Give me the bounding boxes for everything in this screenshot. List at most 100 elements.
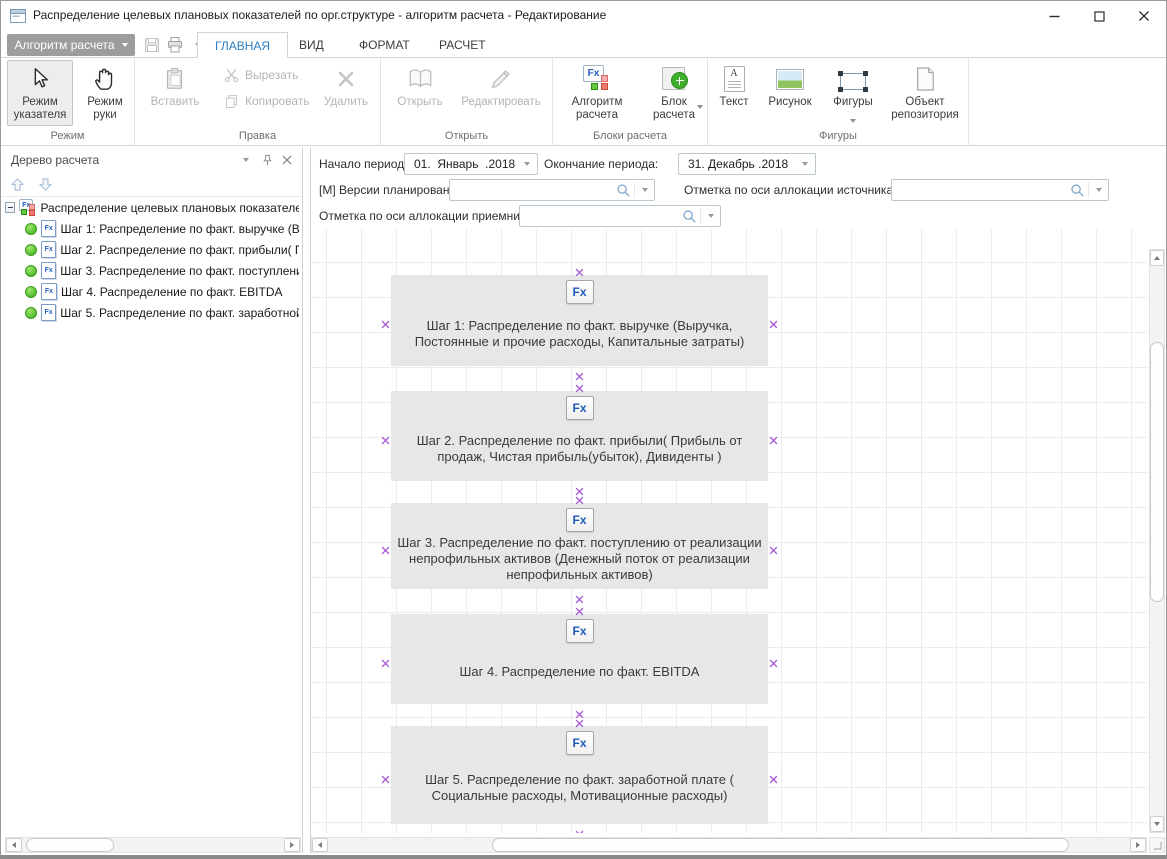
- text-shape-button[interactable]: A Текст: [711, 60, 757, 126]
- application-menu-button[interactable]: Алгоритм расчета: [7, 34, 135, 56]
- planning-versions-field[interactable]: [449, 179, 655, 201]
- fx-button[interactable]: Fx: [566, 731, 594, 755]
- paste-label: Вставить: [151, 96, 200, 109]
- connection-marker[interactable]: [575, 380, 584, 389]
- connection-marker[interactable]: [769, 542, 778, 551]
- scroll-thumb[interactable]: [492, 838, 1069, 852]
- collapse-icon[interactable]: [5, 202, 15, 213]
- move-up-button[interactable]: [5, 174, 29, 195]
- save-icon: [143, 36, 161, 54]
- tree-hscrollbar[interactable]: [5, 837, 301, 853]
- shapes-button[interactable]: Фигуры: [825, 60, 881, 126]
- chevron-down-icon[interactable]: [701, 214, 720, 218]
- connection-marker[interactable]: [769, 316, 778, 325]
- scroll-left-button[interactable]: [312, 838, 328, 852]
- tree-item-step1[interactable]: Fx Шаг 1: Распределение по факт. выручке…: [1, 218, 299, 239]
- scroll-thumb[interactable]: [1150, 342, 1164, 602]
- calc-algorithm-button[interactable]: Fx Алгоритм расчета: [557, 60, 637, 126]
- open-button[interactable]: Открыть: [389, 60, 451, 126]
- connection-marker[interactable]: [575, 368, 584, 377]
- scroll-down-button[interactable]: [1150, 816, 1164, 832]
- status-dot-icon: [25, 223, 37, 235]
- arrow-up-icon: [10, 177, 25, 192]
- calc-block-step5[interactable]: Fx Шаг 5. Распределение по факт. заработ…: [391, 726, 768, 824]
- search-icon[interactable]: [612, 182, 634, 198]
- calc-block-step3[interactable]: Fx Шаг 3. Распределение по факт. поступл…: [391, 503, 768, 589]
- chevron-down-icon[interactable]: [517, 154, 537, 174]
- panel-close-button[interactable]: [279, 153, 295, 167]
- connection-marker[interactable]: [575, 603, 584, 612]
- scroll-right-button[interactable]: [1130, 838, 1146, 852]
- connection-marker[interactable]: [769, 655, 778, 664]
- hand-mode-button[interactable]: Режим руки: [79, 60, 131, 126]
- pointer-mode-label: Режим указателя: [8, 96, 72, 122]
- connection-marker[interactable]: [381, 655, 390, 664]
- scroll-left-button[interactable]: [6, 838, 22, 852]
- connection-marker[interactable]: [575, 483, 584, 492]
- canvas-hscrollbar[interactable]: [311, 837, 1147, 853]
- chevron-down-icon[interactable]: [1089, 188, 1108, 192]
- connection-marker[interactable]: [381, 542, 390, 551]
- move-down-button[interactable]: [33, 174, 57, 195]
- cut-button[interactable]: Вырезать: [223, 64, 298, 86]
- panel-menu-button[interactable]: [238, 153, 254, 167]
- connection-marker[interactable]: [769, 771, 778, 780]
- connection-marker[interactable]: [575, 264, 584, 273]
- quick-print-button[interactable]: [164, 35, 186, 55]
- tree-item-step2[interactable]: Fx Шаг 2. Распределение по факт. прибыли…: [1, 239, 299, 260]
- diagram-canvas[interactable]: Fx Шаг 1: Распределение по факт. выручке…: [311, 229, 1147, 833]
- search-icon[interactable]: [678, 208, 700, 224]
- receiver-allocation-field[interactable]: [519, 205, 721, 227]
- scroll-right-button[interactable]: [284, 838, 300, 852]
- close-button[interactable]: [1122, 1, 1166, 31]
- maximize-button[interactable]: [1077, 1, 1121, 31]
- fx-button[interactable]: Fx: [566, 396, 594, 420]
- search-icon[interactable]: [1066, 182, 1088, 198]
- panel-splitter[interactable]: [303, 148, 311, 853]
- source-allocation-field[interactable]: [891, 179, 1109, 201]
- panel-pin-button[interactable]: [259, 153, 275, 167]
- connection-marker[interactable]: [575, 706, 584, 715]
- connection-marker[interactable]: [575, 492, 584, 501]
- tree-root-node[interactable]: Fx Распределение целевых плановых показа…: [1, 197, 299, 218]
- tab-home[interactable]: ГЛАВНАЯ: [197, 32, 288, 58]
- scroll-thumb[interactable]: [26, 838, 114, 852]
- connection-marker[interactable]: [381, 432, 390, 441]
- calc-block-step2[interactable]: Fx Шаг 2. Распределение по факт. прибыли…: [391, 391, 768, 481]
- fx-button[interactable]: Fx: [566, 619, 594, 643]
- period-end-combo[interactable]: 31. Декабрь .2018: [678, 153, 816, 175]
- resize-grip-icon: [1153, 841, 1162, 850]
- tab-format[interactable]: ФОРМАТ: [342, 32, 427, 57]
- canvas-vscrollbar[interactable]: [1149, 249, 1165, 833]
- connection-marker[interactable]: [381, 316, 390, 325]
- tree-item-step4[interactable]: Fx Шаг 4. Распределение по факт. EBITDA: [1, 281, 299, 302]
- tree-item-step3[interactable]: Fx Шаг 3. Распределение по факт. поступл…: [1, 260, 299, 281]
- tree-item-step5[interactable]: Fx Шаг 5. Распределение по факт. заработ…: [1, 302, 299, 323]
- tree-item-label: Шаг 5. Распределение по факт. заработной…: [60, 306, 299, 320]
- period-start-combo[interactable]: 01. Январь .2018: [404, 153, 538, 175]
- minimize-button[interactable]: [1032, 1, 1076, 31]
- calc-block-button[interactable]: Блок расчета: [643, 60, 705, 126]
- calc-block-step1[interactable]: Fx Шаг 1: Распределение по факт. выручке…: [391, 275, 768, 366]
- fx-button[interactable]: Fx: [566, 280, 594, 304]
- tab-calc[interactable]: РАСЧЕТ: [422, 32, 503, 57]
- connection-marker[interactable]: [381, 771, 390, 780]
- tab-view[interactable]: ВИД: [282, 32, 341, 57]
- chevron-down-icon[interactable]: [635, 188, 654, 192]
- connection-marker[interactable]: [575, 591, 584, 600]
- connection-marker[interactable]: [575, 826, 584, 833]
- delete-button[interactable]: Удалить: [317, 60, 375, 126]
- copy-button[interactable]: Копировать: [223, 90, 310, 112]
- fx-button[interactable]: Fx: [566, 508, 594, 532]
- pointer-mode-button[interactable]: Режим указателя: [7, 60, 73, 126]
- repository-object-button[interactable]: Объект репозитория: [883, 60, 967, 126]
- edit-button[interactable]: Редактировать: [455, 60, 547, 126]
- connection-marker[interactable]: [769, 432, 778, 441]
- paste-button[interactable]: Вставить: [143, 60, 207, 126]
- connection-marker[interactable]: [575, 715, 584, 724]
- calc-block-step4[interactable]: Fx Шаг 4. Распределение по факт. EBITDA: [391, 614, 768, 704]
- picture-button[interactable]: Рисунок: [759, 60, 821, 126]
- quick-save-button[interactable]: [141, 35, 163, 55]
- scroll-up-button[interactable]: [1150, 250, 1164, 266]
- chevron-down-icon[interactable]: [795, 154, 815, 174]
